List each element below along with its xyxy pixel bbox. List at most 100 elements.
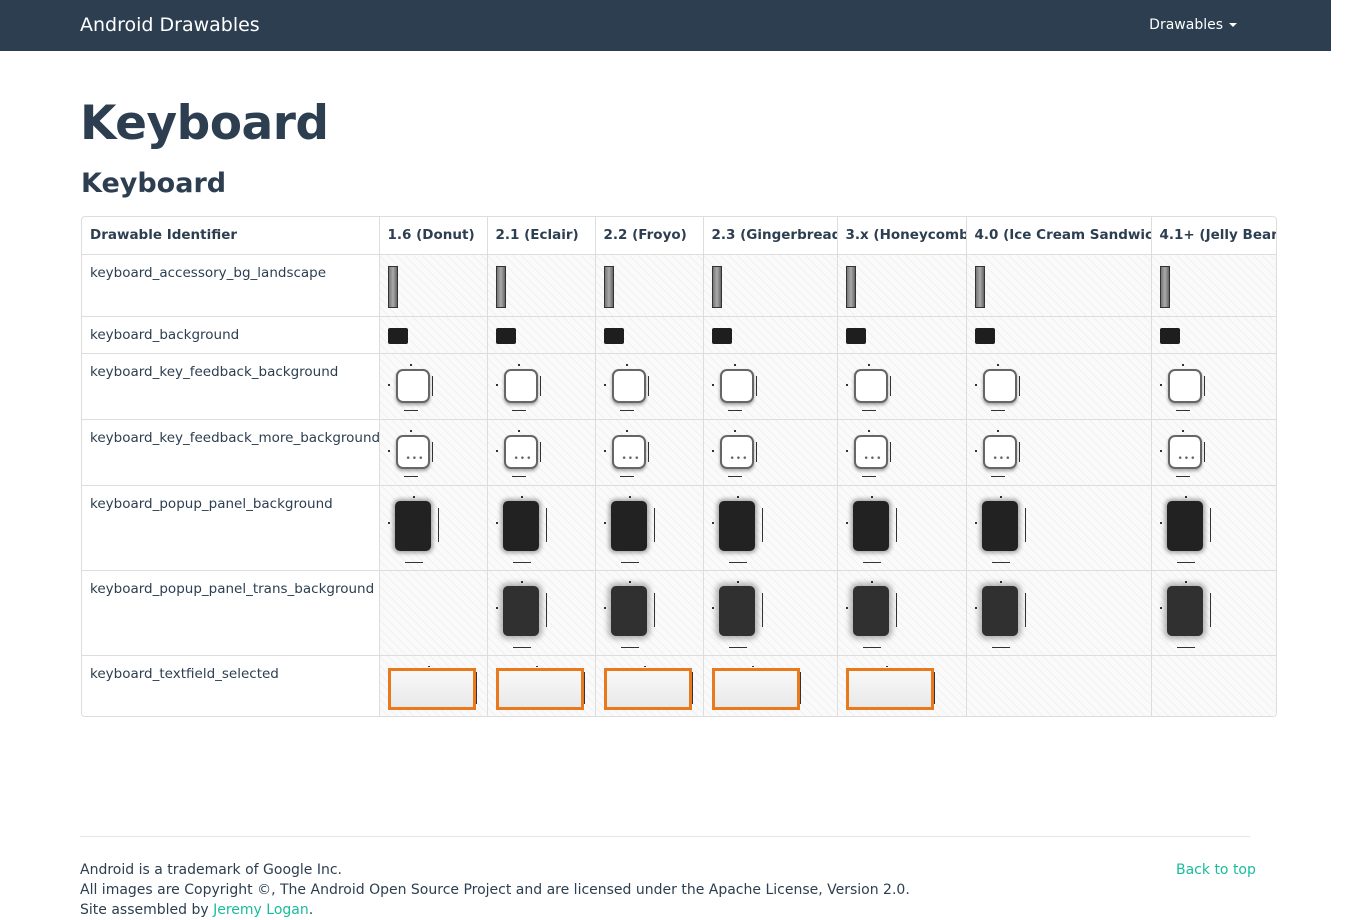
popup-panel-image (845, 495, 900, 564)
ninepatch-marker (845, 521, 848, 524)
key-feedback-more-image: ••• (1159, 429, 1208, 478)
ninepatch-marker (545, 592, 547, 627)
popup-panel-trans-image (603, 580, 658, 649)
popup-panel-trans-image (1159, 580, 1214, 649)
more-dots-icon: ••• (1177, 453, 1197, 464)
accessory-bg-image (974, 265, 985, 308)
ninepatch-marker (1181, 363, 1184, 366)
key-feedback-more-image: ••• (603, 429, 652, 478)
ninepatch-marker (981, 585, 1018, 636)
accessory-bg-image (387, 265, 398, 308)
ninepatch-marker (431, 375, 433, 396)
key-feedback-image (1159, 363, 1208, 412)
credits-prefix: Site assembled by (80, 902, 214, 918)
drawable-cell (966, 353, 1152, 420)
ninepatch-marker (981, 500, 1018, 551)
col-header: 1.6 (Donut) (379, 217, 488, 255)
ninepatch-marker (512, 561, 531, 563)
col-header: Drawable Identifier (82, 217, 380, 255)
drawable-identifier: keyboard_background (82, 316, 380, 354)
ninepatch-marker (603, 521, 606, 524)
key-feedback-more-image: ••• (495, 429, 544, 478)
ninepatch-marker (895, 507, 897, 542)
textfield-selected-image (603, 665, 694, 710)
ninepatch-marker (387, 667, 476, 710)
key-feedback-image (845, 363, 894, 412)
drawables-dropdown[interactable]: Drawables (1149, 17, 1237, 33)
ninepatch-marker (861, 475, 876, 477)
keyboard-background-image (387, 327, 408, 344)
drawable-cell (487, 353, 596, 420)
copyright-text: All images are Copyright ©, The Android … (80, 882, 910, 898)
drawable-cell (1151, 254, 1276, 317)
ninepatch-marker (733, 363, 736, 366)
drawable-cell (379, 485, 488, 571)
table-row: keyboard_popup_panel_trans_background (82, 570, 1276, 656)
drawable-cell (837, 254, 967, 317)
ninepatch-marker (502, 500, 539, 551)
drawable-cell (703, 655, 838, 716)
ninepatch-marker (862, 561, 881, 563)
drawable-cell (966, 570, 1152, 656)
ninepatch-marker (535, 665, 538, 667)
ninepatch-marker (719, 368, 754, 403)
popup-panel-trans-image (711, 580, 766, 649)
ninepatch-marker (502, 585, 539, 636)
table-row: keyboard_popup_panel_background (82, 485, 1276, 571)
key-feedback-more-image: ••• (387, 429, 436, 478)
ninepatch-marker (1175, 409, 1190, 411)
ninepatch-marker (583, 671, 585, 704)
ninepatch-marker (511, 409, 526, 411)
key-feedback-image (974, 363, 1023, 412)
drawable-cell (837, 316, 967, 354)
ninepatch-marker (475, 671, 477, 704)
ninepatch-marker (1166, 585, 1203, 636)
drawable-cell (379, 254, 488, 317)
back-to-top-link[interactable]: Back to top (1176, 860, 1256, 880)
ninepatch-marker (1176, 561, 1195, 563)
more-dots-icon: ••• (621, 453, 641, 464)
key-feedback-image (711, 363, 760, 412)
brand-link[interactable]: Android Drawables (80, 14, 260, 36)
more-dots-icon: ••• (729, 453, 749, 464)
ninepatch-marker (1184, 495, 1187, 498)
drawable-cell (487, 316, 596, 354)
keyboard-background-image (974, 327, 995, 344)
ninepatch-marker (862, 646, 881, 648)
ninepatch-marker (996, 363, 999, 366)
accessory-bg-image (495, 265, 506, 308)
col-header: 2.1 (Eclair) (487, 217, 596, 255)
col-header: 3.x (Honeycomb) (837, 217, 967, 255)
drawable-cell (703, 254, 838, 317)
ninepatch-marker (761, 592, 763, 627)
drawable-identifier: keyboard_key_feedback_more_background (82, 419, 380, 486)
drawable-cell (1151, 316, 1276, 354)
drawables-table: Drawable Identifier 1.6 (Donut) 2.1 (Ecl… (81, 216, 1277, 717)
drawable-cell (379, 655, 488, 716)
keyboard-background-image (495, 327, 516, 344)
ninepatch-marker (889, 375, 891, 396)
keyboard-background-image (1159, 327, 1180, 344)
ninepatch-marker (1166, 500, 1203, 551)
ninepatch-marker (751, 665, 754, 667)
ninepatch-marker (517, 363, 520, 366)
drawable-cell (837, 655, 967, 716)
col-header: 2.2 (Froyo) (595, 217, 704, 255)
ninepatch-marker (845, 449, 848, 452)
drawable-cell (595, 316, 704, 354)
popup-panel-image (711, 495, 766, 564)
ninepatch-marker (991, 561, 1010, 563)
ninepatch-marker (495, 383, 498, 386)
drawable-cell (487, 485, 596, 571)
ninepatch-marker (431, 441, 433, 462)
col-header: 4.0 (Ice Cream Sandwich) (966, 217, 1152, 255)
drawable-cell (1151, 353, 1276, 420)
author-link[interactable]: Jeremy Logan (213, 902, 309, 918)
ninepatch-marker (611, 368, 646, 403)
ninepatch-marker (1209, 507, 1211, 542)
ninepatch-marker (870, 495, 873, 498)
ninepatch-marker (1203, 375, 1205, 396)
ninepatch-marker (625, 363, 628, 366)
popup-panel-image (974, 495, 1029, 564)
col-header: 4.1+ (Jelly Bean) (1151, 217, 1276, 255)
